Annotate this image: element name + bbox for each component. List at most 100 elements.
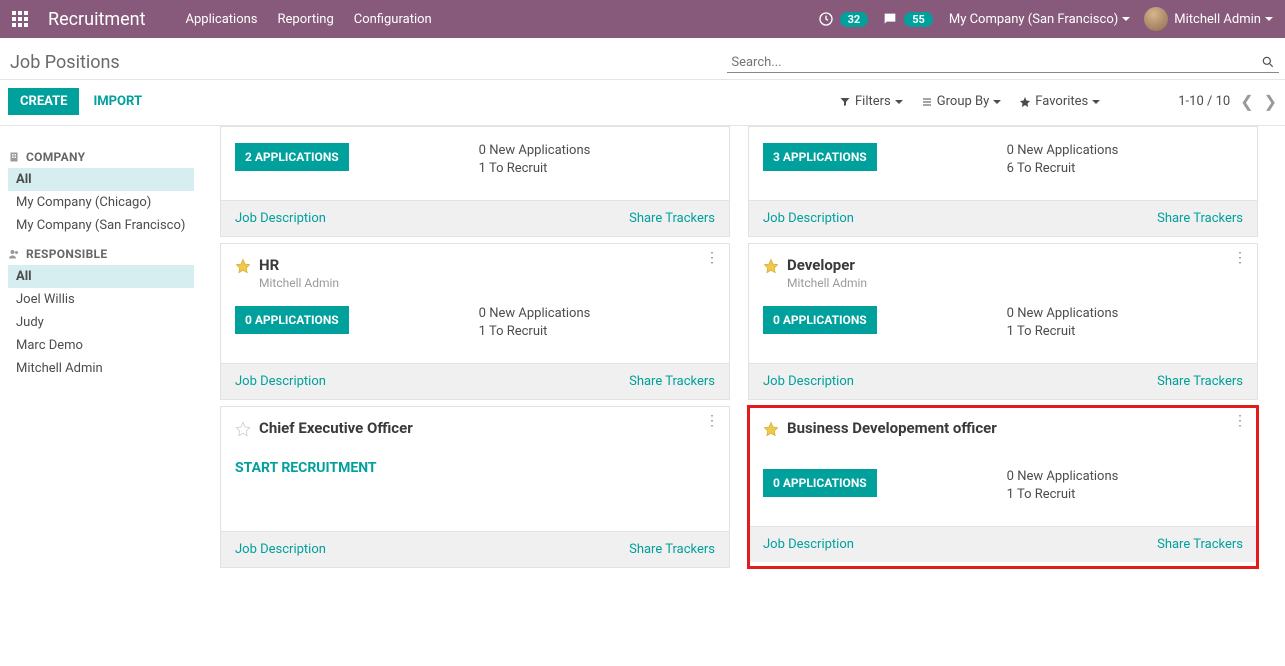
applications-button[interactable]: 0 APPLICATIONS [235,306,349,334]
card-menu-icon[interactable]: ⋮ [1233,256,1247,260]
share-trackers-link[interactable]: Share Trackers [629,542,715,557]
search-toolbar: Filters Group By Favorites 1-10 / 10 ❮ ❯ [839,92,1277,111]
pager-prev[interactable]: ❮ [1240,92,1253,111]
import-button[interactable]: IMPORT [93,94,142,109]
card-footer: Job Description Share Trackers [221,363,729,399]
sidebar-responsible-joel[interactable]: Joel Willis [8,288,194,311]
share-trackers-link[interactable]: Share Trackers [1157,211,1243,226]
header-title-row: Job Positions [0,38,1285,80]
chat-badge: 55 [904,12,933,27]
sidebar-responsible-mitchell[interactable]: Mitchell Admin [8,357,194,380]
search-box[interactable] [727,53,1279,73]
to-recruit-text: 1 To Recruit [1007,487,1119,502]
job-description-link[interactable]: Job Description [235,542,326,557]
start-recruitment-button[interactable]: START RECRUITMENT [235,453,377,483]
activity-icon[interactable]: 32 [818,11,869,27]
card-body: 2 APPLICATIONS 0 New Applications 1 To R… [221,131,729,200]
card-footer: Job Description Share Trackers [749,363,1257,399]
job-description-link[interactable]: Job Description [235,374,326,389]
company-label: My Company (San Francisco) [949,12,1118,27]
filters-menu[interactable]: Filters [839,94,903,109]
main: COMPANY All My Company (Chicago) My Comp… [0,126,1285,666]
caret-down-icon [1265,17,1273,21]
groupby-menu[interactable]: Group By [921,94,1002,109]
company-selector[interactable]: My Company (San Francisco) [949,12,1130,27]
user-menu[interactable]: Mitchell Admin [1174,12,1273,27]
job-description-link[interactable]: Job Description [235,211,326,226]
menu-applications[interactable]: Applications [186,12,258,27]
share-trackers-link[interactable]: Share Trackers [1157,537,1243,552]
search-icon[interactable] [1261,55,1275,69]
search-input[interactable] [731,55,1261,70]
applications-button[interactable]: 3 APPLICATIONS [763,143,877,171]
job-card[interactable]: 2 APPLICATIONS 0 New Applications 1 To R… [220,126,730,237]
card-body: 0 APPLICATIONS 0 New Applications 1 To R… [749,294,1257,363]
card-footer: Job Description Share Trackers [749,200,1257,236]
building-icon [8,151,20,163]
applications-button[interactable]: 2 APPLICATIONS [235,143,349,171]
job-card-bdo[interactable]: ⋮ Business Developement officer 0 APPLIC… [748,406,1258,568]
to-recruit-text: 1 To Recruit [479,161,591,176]
card-menu-icon[interactable]: ⋮ [1233,419,1247,423]
card-body: 0 APPLICATIONS 0 New Applications 1 To R… [749,441,1257,526]
job-description-link[interactable]: Job Description [763,537,854,552]
menu-reporting[interactable]: Reporting [278,12,334,27]
card-menu-icon[interactable]: ⋮ [705,256,719,260]
job-card-hr[interactable]: ⋮ HR Mitchell Admin 0 APPLICATIONS 0 New… [220,243,730,400]
sidebar-heading-company: COMPANY [8,150,194,164]
create-button[interactable]: CREATE [8,88,79,115]
company-heading-label: COMPANY [26,150,85,164]
responsible-heading-label: RESPONSIBLE [26,247,107,261]
sidebar-responsible-all[interactable]: All [8,265,194,288]
sidebar-company-sf[interactable]: My Company (San Francisco) [8,214,194,237]
topbar: Recruitment Applications Reporting Confi… [0,0,1285,38]
card-stats: 0 New Applications 1 To Recruit [479,143,591,176]
job-card-ceo[interactable]: ⋮ Chief Executive Officer START RECRUITM… [220,406,730,568]
pager-next[interactable]: ❯ [1264,92,1277,111]
job-title: Chief Executive Officer [259,419,413,437]
user-avatar[interactable] [1144,7,1168,31]
share-trackers-link[interactable]: Share Trackers [1157,374,1243,389]
activity-badge: 32 [840,12,869,27]
sidebar-company-all[interactable]: All [8,168,194,191]
job-description-link[interactable]: Job Description [763,211,854,226]
sidebar-responsible-marc[interactable]: Marc Demo [8,334,194,357]
chat-icon[interactable]: 55 [882,11,933,27]
menu-configuration[interactable]: Configuration [354,12,432,27]
sidebar-company-chicago[interactable]: My Company (Chicago) [8,191,194,214]
applications-button[interactable]: 0 APPLICATIONS [763,469,877,497]
card-menu-icon[interactable]: ⋮ [705,419,719,423]
job-description-link[interactable]: Job Description [763,374,854,389]
new-apps-text: 0 New Applications [479,143,591,158]
to-recruit-text: 1 To Recruit [1007,324,1119,339]
share-trackers-link[interactable]: Share Trackers [629,374,715,389]
pager: 1-10 / 10 ❮ ❯ [1178,92,1277,111]
card-footer: Job Description Share Trackers [221,200,729,236]
user-name-label: Mitchell Admin [1174,12,1261,27]
apps-grid-icon[interactable] [12,11,28,27]
star-unfavorite-icon[interactable] [235,421,251,437]
pager-text: 1-10 / 10 [1178,94,1230,109]
favorites-menu[interactable]: Favorites [1019,94,1100,109]
card-head: Chief Executive Officer [221,407,729,441]
job-title: Developer [787,256,867,274]
to-recruit-text: 1 To Recruit [479,324,591,339]
star-favorite-icon[interactable] [763,421,779,437]
share-trackers-link[interactable]: Share Trackers [629,211,715,226]
job-card-developer[interactable]: ⋮ Developer Mitchell Admin 0 APPLICATION… [748,243,1258,400]
caret-down-icon [895,100,903,104]
card-body: 0 APPLICATIONS 0 New Applications 1 To R… [221,294,729,363]
caret-down-icon [993,100,1001,104]
caret-down-icon [1122,17,1130,21]
to-recruit-text: 6 To Recruit [1007,161,1119,176]
card-body: START RECRUITMENT [221,441,729,531]
job-card[interactable]: 3 APPLICATIONS 0 New Applications 6 To R… [748,126,1258,237]
app-brand[interactable]: Recruitment [48,9,146,30]
kanban-row-2: ⋮ Chief Executive Officer START RECRUITM… [220,406,1285,568]
star-favorite-icon[interactable] [235,258,251,274]
star-favorite-icon[interactable] [763,258,779,274]
funnel-icon [839,96,851,108]
card-footer: Job Description Share Trackers [749,526,1257,562]
applications-button[interactable]: 0 APPLICATIONS [763,306,877,334]
sidebar-responsible-judy[interactable]: Judy [8,311,194,334]
